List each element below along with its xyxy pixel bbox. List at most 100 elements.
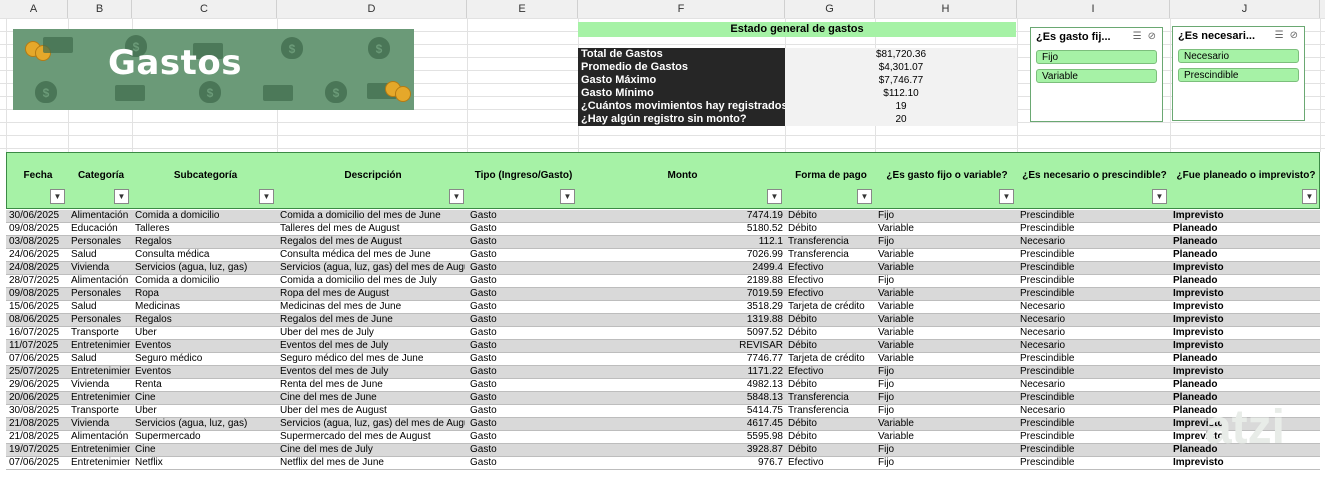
table-cell[interactable]: Imprevisto — [1173, 301, 1318, 313]
table-cell[interactable]: Cine — [135, 392, 275, 404]
table-cell[interactable]: Prescindible — [1020, 418, 1168, 430]
clear-filter-icon[interactable]: ⊘ — [1148, 31, 1156, 42]
table-cell[interactable]: Débito — [788, 444, 873, 456]
table-cell[interactable]: 16/07/2025 — [9, 327, 66, 339]
table-cell[interactable]: Transporte — [71, 327, 130, 339]
table-cell[interactable]: Necesario — [1020, 314, 1168, 326]
table-cell[interactable]: Eventos del mes de July — [280, 366, 465, 378]
table-cell[interactable]: Gasto — [470, 392, 576, 404]
table-cell[interactable]: Personales — [71, 236, 130, 248]
table-cell[interactable]: Alimentación — [71, 431, 130, 443]
table-cell[interactable]: Fijo — [878, 366, 1015, 378]
table-cell[interactable]: Personales — [71, 314, 130, 326]
table-cell[interactable]: Gasto — [470, 353, 576, 365]
table-cell[interactable]: 24/08/2025 — [9, 262, 66, 274]
table-cell[interactable]: 7026.99 — [581, 249, 783, 261]
table-cell[interactable]: Prescindible — [1020, 275, 1168, 287]
table-cell[interactable]: Prescindible — [1020, 353, 1168, 365]
table-cell[interactable]: Comida a domicilio del mes de July — [280, 275, 465, 287]
table-cell[interactable]: Variable — [878, 288, 1015, 300]
table-cell[interactable]: 5414.75 — [581, 405, 783, 417]
table-cell[interactable]: 19/07/2025 — [9, 444, 66, 456]
table-cell[interactable]: Supermercado — [135, 431, 275, 443]
clear-filter-icon[interactable]: ⊘ — [1290, 30, 1298, 41]
table-cell[interactable]: Imprevisto — [1173, 210, 1318, 222]
table-cell[interactable]: 4982.13 — [581, 379, 783, 391]
filter-dropdown-icon[interactable]: ▼ — [50, 189, 65, 204]
table-cell[interactable]: Imprevisto — [1173, 288, 1318, 300]
table-cell[interactable]: Débito — [788, 340, 873, 352]
column-letter-a[interactable]: A — [0, 0, 68, 18]
table-cell[interactable]: Personales — [71, 288, 130, 300]
table-cell[interactable]: Medicinas del mes de June — [280, 301, 465, 313]
table-cell[interactable]: Regalos — [135, 314, 275, 326]
table-cell[interactable]: Eventos del mes de July — [280, 340, 465, 352]
table-cell[interactable]: 4617.45 — [581, 418, 783, 430]
table-cell[interactable]: 21/08/2025 — [9, 431, 66, 443]
table-cell[interactable]: Efectivo — [788, 275, 873, 287]
table-cell[interactable]: Prescindible — [1020, 262, 1168, 274]
table-cell[interactable]: Salud — [71, 353, 130, 365]
table-cell[interactable]: 5595.98 — [581, 431, 783, 443]
table-cell[interactable]: Débito — [788, 314, 873, 326]
table-cell[interactable]: Uber del mes de August — [280, 405, 465, 417]
multi-select-icon[interactable]: ☰ — [1133, 31, 1142, 42]
table-cell[interactable]: Variable — [878, 314, 1015, 326]
table-cell[interactable]: Planeado — [1173, 223, 1318, 235]
table-cell[interactable]: Efectivo — [788, 262, 873, 274]
table-cell[interactable]: 07/06/2025 — [9, 457, 66, 469]
table-cell[interactable]: Débito — [788, 223, 873, 235]
table-cell[interactable]: Alimentación — [71, 275, 130, 287]
slicer-item[interactable]: Necesario — [1178, 49, 1299, 63]
table-cell[interactable]: Gasto — [470, 301, 576, 313]
table-cell[interactable]: 3518.29 — [581, 301, 783, 313]
table-cell[interactable]: Talleres del mes de August — [280, 223, 465, 235]
table-cell[interactable]: Salud — [71, 301, 130, 313]
table-cell[interactable]: Fijo — [878, 457, 1015, 469]
column-letter-e[interactable]: E — [467, 0, 578, 18]
filter-dropdown-icon[interactable]: ▼ — [114, 189, 129, 204]
slicer-item[interactable]: Fijo — [1036, 50, 1157, 64]
table-cell[interactable]: Gasto — [470, 457, 576, 469]
table-cell[interactable]: Servicios (agua, luz, gas) del mes de Au… — [280, 418, 465, 430]
table-cell[interactable]: Variable — [878, 249, 1015, 261]
table-cell[interactable]: 30/08/2025 — [9, 405, 66, 417]
table-cell[interactable]: Imprevisto — [1173, 262, 1318, 274]
table-cell[interactable]: Efectivo — [788, 457, 873, 469]
table-cell[interactable]: Transferencia — [788, 236, 873, 248]
table-cell[interactable]: Variable — [878, 340, 1015, 352]
table-cell[interactable]: Prescindible — [1020, 457, 1168, 469]
table-cell[interactable]: Comida a domicilio — [135, 210, 275, 222]
table-cell[interactable]: Planeado — [1173, 236, 1318, 248]
table-cell[interactable]: Salud — [71, 249, 130, 261]
table-cell[interactable]: 112.1 — [581, 236, 783, 248]
table-cell[interactable]: Uber — [135, 327, 275, 339]
table-cell[interactable]: Transferencia — [788, 249, 873, 261]
table-cell[interactable]: Prescindible — [1020, 249, 1168, 261]
table-cell[interactable]: Necesario — [1020, 379, 1168, 391]
slicer-item[interactable]: Prescindible — [1178, 68, 1299, 82]
filter-dropdown-icon[interactable]: ▼ — [1302, 189, 1317, 204]
table-cell[interactable]: Débito — [788, 431, 873, 443]
column-letter-c[interactable]: C — [132, 0, 277, 18]
table-cell[interactable]: Gasto — [470, 288, 576, 300]
table-cell[interactable]: Variable — [878, 223, 1015, 235]
table-cell[interactable]: Fijo — [878, 392, 1015, 404]
table-cell[interactable]: 7474.19 — [581, 210, 783, 222]
table-cell[interactable]: Ropa del mes de August — [280, 288, 465, 300]
table-cell[interactable]: 976.7 — [581, 457, 783, 469]
table-cell[interactable]: Uber del mes de July — [280, 327, 465, 339]
table-cell[interactable]: 09/08/2025 — [9, 288, 66, 300]
table-cell[interactable]: Prescindible — [1020, 444, 1168, 456]
table-cell[interactable]: Planeado — [1173, 379, 1318, 391]
table-cell[interactable]: Tarjeta de crédito — [788, 353, 873, 365]
table-cell[interactable]: Necesario — [1020, 340, 1168, 352]
column-letter-j[interactable]: J — [1170, 0, 1320, 18]
table-cell[interactable]: Fijo — [878, 275, 1015, 287]
table-cell[interactable]: 7019.59 — [581, 288, 783, 300]
table-cell[interactable]: 09/08/2025 — [9, 223, 66, 235]
column-letter-h[interactable]: H — [875, 0, 1017, 18]
table-cell[interactable]: 29/06/2025 — [9, 379, 66, 391]
table-cell[interactable]: Fijo — [878, 210, 1015, 222]
table-cell[interactable]: Regalos del mes de June — [280, 314, 465, 326]
